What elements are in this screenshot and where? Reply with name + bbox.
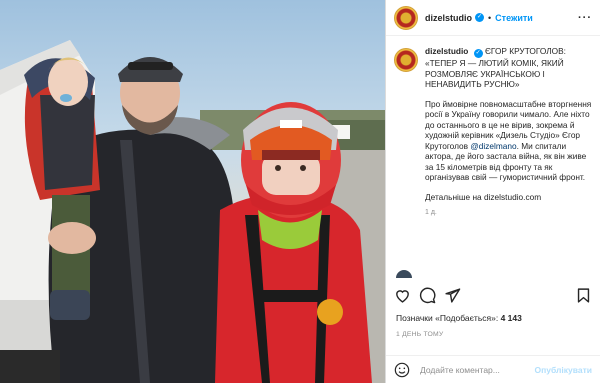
share-icon[interactable]	[444, 287, 461, 304]
comment-avatar-peek	[396, 270, 412, 278]
comment-icon[interactable]	[419, 287, 436, 304]
photo-illustration	[0, 40, 385, 383]
caption-avatar[interactable]	[394, 48, 418, 72]
action-bar	[394, 283, 592, 307]
caption-more-link: Детальніше на dizelstudio.com	[425, 191, 542, 202]
more-icon[interactable]: ···	[578, 12, 592, 24]
mention-link[interactable]: @dizelmano	[470, 141, 516, 151]
caption-time: 1 д.	[425, 209, 437, 216]
likes-label: Позначки «Подобається»:	[396, 313, 499, 323]
instagram-post: dizelstudio ✓ • Стежити ··· dizelstudio …	[0, 0, 600, 383]
post-side-panel: dizelstudio ✓ • Стежити ··· dizelstudio …	[385, 0, 600, 383]
verified-icon: ✓	[473, 49, 483, 58]
publish-button[interactable]: Опублікувати	[535, 365, 592, 375]
follow-button[interactable]: Стежити	[495, 13, 533, 23]
bookmark-icon[interactable]	[575, 287, 592, 304]
avatar[interactable]	[394, 5, 418, 30]
post-header: dizelstudio ✓ • Стежити ···	[386, 0, 600, 36]
comment-input[interactable]	[418, 363, 535, 376]
heart-icon[interactable]	[394, 287, 411, 304]
likes-count[interactable]: Позначки «Подобається»: 4 143	[396, 313, 522, 323]
post-timestamp: 1 ДЕНЬ ТОМУ	[396, 331, 444, 338]
username[interactable]: dizelstudio	[425, 13, 472, 23]
comment-bar: Опублікувати	[386, 355, 600, 383]
caption-block: dizelstudio ✓ ЄГОР КРУТОГОЛОВ: «ТЕПЕР Я …	[386, 36, 600, 219]
post-photo[interactable]	[0, 0, 385, 383]
likes-number: 4 143	[500, 313, 522, 323]
emoji-icon[interactable]	[394, 362, 410, 378]
verified-icon: ✓	[475, 13, 484, 22]
header-separator: •	[488, 12, 492, 23]
caption-username[interactable]: dizelstudio	[425, 46, 468, 56]
caption-text: dizelstudio ✓ ЄГОР КРУТОГОЛОВ: «ТЕПЕР Я …	[425, 46, 592, 219]
